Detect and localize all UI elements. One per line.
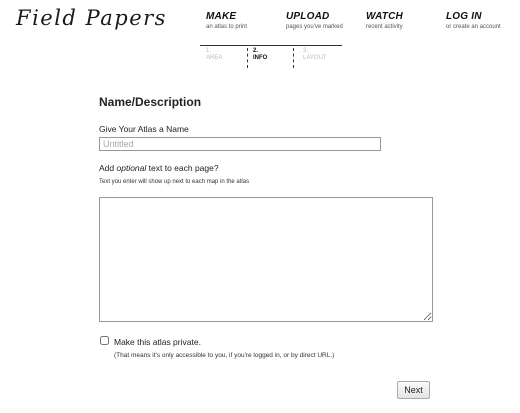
- atlas-name-input[interactable]: [99, 137, 381, 151]
- nav-upload-subtitle: pages you've marked: [286, 24, 343, 30]
- page-text-area[interactable]: [99, 197, 433, 322]
- private-atlas-label[interactable]: Make this atlas private.: [114, 337, 201, 347]
- step-layout-number: 3.: [303, 48, 309, 54]
- nav-watch-subtitle: recent activity: [366, 24, 403, 30]
- nav-log-in[interactable]: LOG IN or create an account: [446, 11, 501, 32]
- page-text-prompt-start: Add: [99, 163, 117, 173]
- nav-log-in-title: LOG IN: [446, 11, 482, 22]
- step-area-number: 1.: [206, 48, 212, 54]
- nav-log-in-subtitle: or create an account: [446, 24, 501, 30]
- nav-watch-title: WATCH: [366, 11, 403, 22]
- page-text-prompt: Add optional text to each page?: [99, 163, 219, 173]
- step-layout: 3. LAYOUT: [298, 48, 327, 68]
- private-atlas-note: (That means it's only accessible to you,…: [114, 352, 335, 359]
- step-area: 1. AREA: [201, 48, 222, 68]
- nav-make-subtitle: an atlas to print: [206, 24, 248, 30]
- field-papers-logo[interactable]: Field Papers: [16, 6, 167, 30]
- step-layout-label: LAYOUT: [303, 55, 327, 61]
- nav-make[interactable]: MAKE an atlas to print: [206, 11, 247, 32]
- nav-upload[interactable]: UPLOAD pages you've marked: [286, 11, 343, 32]
- atlas-name-label: Give Your Atlas a Name: [99, 124, 189, 134]
- nav-make-title: MAKE: [206, 11, 237, 22]
- page-text-prompt-emphasis: optional: [116, 163, 147, 173]
- nav-watch[interactable]: WATCH recent activity: [366, 11, 403, 32]
- page-text-prompt-end: text to each page?: [146, 163, 219, 173]
- step-info-number: 2.: [253, 48, 259, 54]
- step-info-label: INFO: [253, 55, 268, 61]
- nav-upload-title: UPLOAD: [286, 11, 330, 22]
- step-info-current: 2. INFO: [247, 48, 294, 68]
- section-heading: Name/Description: [99, 95, 202, 109]
- private-atlas-checkbox[interactable]: [100, 336, 109, 345]
- next-button[interactable]: Next: [397, 381, 430, 399]
- steps-divider: [200, 45, 342, 46]
- page-text-help: Text you enter will show up next to each…: [99, 179, 250, 185]
- step-area-label: AREA: [206, 55, 223, 61]
